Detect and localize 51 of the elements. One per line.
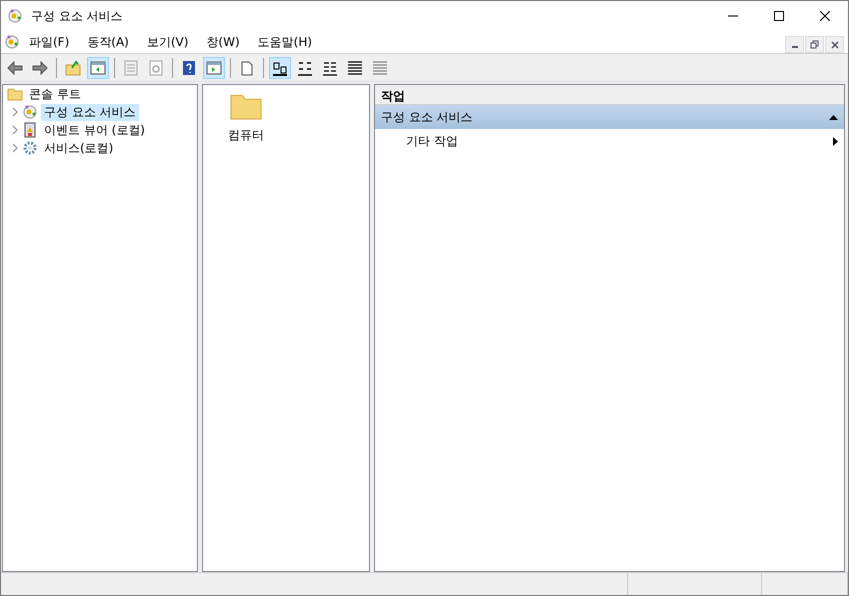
menu-item[interactable]: 파일(F) bbox=[20, 32, 78, 52]
maximize-icon bbox=[774, 11, 784, 21]
refresh-icon bbox=[148, 60, 164, 76]
list-view-icon bbox=[322, 60, 338, 76]
action-label[interactable]: 기타 작업 bbox=[406, 132, 458, 150]
large-icons-icon bbox=[272, 60, 288, 76]
action-item[interactable]: 기타 작업 bbox=[375, 129, 844, 153]
chevron-icon[interactable] bbox=[11, 143, 19, 153]
restore-icon bbox=[810, 40, 819, 49]
help-icon bbox=[181, 60, 197, 76]
tree-item[interactable]: 서비스(로컬) bbox=[41, 140, 116, 156]
chevron-icon[interactable] bbox=[11, 125, 19, 135]
back-arrow-icon bbox=[7, 60, 23, 76]
tree-item[interactable]: 이벤트 뷰어 (로컬) bbox=[41, 122, 148, 138]
pane-toggle-icon bbox=[90, 60, 106, 76]
close-button[interactable] bbox=[825, 36, 844, 53]
pane-toggle-icon bbox=[206, 60, 222, 76]
forward-arrow-icon bbox=[32, 60, 48, 76]
component-icon bbox=[4, 34, 20, 50]
tree-item[interactable]: 콘솔 루트 bbox=[26, 86, 84, 102]
section-title: 구성 요소 서비스 bbox=[381, 108, 473, 126]
folder-icon bbox=[7, 86, 23, 102]
log-book-icon bbox=[22, 122, 38, 138]
close-icon bbox=[830, 40, 838, 48]
gear-icon bbox=[22, 140, 38, 156]
component-icon bbox=[7, 8, 23, 24]
submenu-arrow-icon bbox=[833, 136, 838, 146]
details-view-icon bbox=[347, 60, 363, 76]
restore-button[interactable] bbox=[805, 36, 824, 53]
toolbar-button[interactable] bbox=[269, 56, 291, 78]
collapse-icon[interactable] bbox=[829, 114, 838, 120]
tree-item[interactable]: 구성 요소 서비스 bbox=[41, 104, 139, 120]
up-folder-icon bbox=[65, 60, 81, 76]
toolbar-button[interactable] bbox=[203, 56, 225, 78]
component-icon bbox=[22, 104, 38, 120]
close-icon bbox=[820, 11, 830, 21]
menu-item[interactable]: 동작(A) bbox=[78, 32, 138, 52]
action-section-header[interactable]: 구성 요소 서비스 bbox=[375, 105, 844, 129]
list-icon bbox=[123, 60, 139, 76]
menu-item[interactable]: 도움말(H) bbox=[248, 32, 322, 52]
menu-item[interactable]: 보기(V) bbox=[138, 32, 198, 52]
details-view-icon bbox=[372, 60, 388, 76]
actions-header: 작업 bbox=[375, 85, 844, 105]
toolbar-button[interactable] bbox=[87, 56, 109, 78]
new-page-icon bbox=[239, 60, 255, 76]
item-label[interactable]: 컴퓨터 bbox=[228, 127, 264, 144]
menu-item[interactable]: 창(W) bbox=[197, 32, 249, 52]
window-title: 구성 요소 서비스 bbox=[31, 8, 124, 24]
chevron-icon[interactable] bbox=[11, 107, 19, 117]
small-icons-icon bbox=[297, 60, 313, 76]
minimize-button[interactable] bbox=[785, 36, 804, 53]
